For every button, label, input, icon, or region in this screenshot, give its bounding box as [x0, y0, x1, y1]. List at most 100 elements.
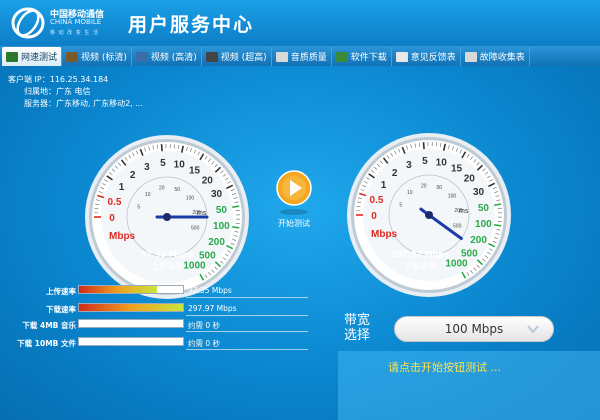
download-speed-gauge: 00.5123 5 1015203050100200500100051020 5010…: [347, 133, 511, 297]
report-icon: [464, 51, 477, 62]
tab-software-download[interactable]: 软件下载: [332, 47, 392, 66]
stat-value: 约需 0 秒: [188, 321, 221, 330]
tab-label: 意见反馈表: [410, 53, 456, 63]
stat-label: 下载 10MB 文件: [17, 339, 76, 348]
upload-gauge-tick-label: 50: [216, 205, 228, 216]
download-gauge-tick-label: 3: [406, 160, 412, 171]
download-gauge-ms-tick-label: 50: [436, 185, 442, 191]
stat-value: 297.97 Mbps: [188, 304, 237, 313]
feedback-icon: [395, 51, 408, 62]
upload-gauge-ms-tick-label: 100: [186, 196, 195, 202]
start-test-label: 开始测试: [278, 219, 310, 228]
upload-gauge-ms-tick-label: 500: [191, 225, 200, 231]
upload-gauge-unit-mbps: Mbps: [109, 231, 136, 242]
server-list: 服务器：广东移动, 广东移动2, ...: [24, 99, 143, 108]
speed-test-panel: 客户端 IP：116.25.34.184 归属地：广东 电信 服务器：广东移动,…: [0, 66, 600, 420]
upload-gauge-tick-label: 100: [213, 221, 230, 232]
stat-underline: [186, 315, 308, 316]
download-gauge-tick-label: 5: [422, 156, 428, 167]
download-gauge-major-tick: [494, 203, 502, 206]
tab-fault-report[interactable]: 故障收集表: [461, 47, 530, 66]
upload-gauge-ms-tick-label: 5: [137, 205, 140, 211]
upload-gauge-major-tick: [160, 144, 163, 152]
download-gauge-major-tick: [494, 224, 502, 227]
stat-progress-bar: [78, 319, 184, 328]
tab-label: 网速测试: [21, 53, 58, 63]
upload-gauge-tick-label: 15: [189, 165, 201, 176]
download-gauge-tick-label: 200: [470, 235, 487, 246]
upload-gauge-needle-hub: [163, 213, 171, 221]
upload-gauge-tick-label: 1: [119, 182, 125, 193]
tab-video-uhd[interactable]: 视频 (超高): [202, 47, 272, 66]
status-hint-text: 请点击开始按钮测试 ...: [388, 361, 501, 374]
client-ip: 客户端 IP：116.25.34.184: [8, 75, 109, 84]
download-gauge-tick-label: 100: [475, 219, 492, 230]
stat-underline: [186, 349, 308, 350]
app-title: 用户服务中心: [128, 14, 255, 36]
tab-audio-quality[interactable]: 音质质量: [272, 47, 332, 66]
tab-label: 音质质量: [290, 53, 327, 63]
download-gauge-tick-label: 50: [478, 203, 490, 214]
tab-video-hd[interactable]: 视频 (高清): [132, 47, 202, 66]
upload-gauge-major-tick: [232, 226, 240, 229]
download-gauge-tick-label: 20: [464, 174, 476, 185]
download-gauge-tick-label: 30: [473, 187, 485, 198]
download-icon: [335, 51, 348, 62]
download-speed-value: 297.97 Mbps: [391, 250, 449, 259]
stat-underline: [186, 331, 308, 332]
stat-value: 97.35 Mbps: [188, 286, 232, 295]
upload-gauge-tick-label: 5: [160, 158, 166, 169]
download-gauge-ms-tick-label: 100: [448, 194, 457, 200]
download-gauge-tick-label: 0.5: [369, 195, 383, 206]
stat-progress-bar: [78, 337, 184, 346]
download-gauge-tick-label: 1: [381, 180, 387, 191]
stat-label: 上传速率: [46, 287, 76, 296]
stat-progress-bar: [78, 303, 184, 312]
stat-progress-bar: [78, 285, 184, 294]
tab-label: 软件下载: [350, 53, 387, 63]
tab-feedback[interactable]: 意见反馈表: [392, 47, 461, 66]
tab-label: 视频 (超高): [220, 53, 267, 63]
upload-speed-gauge: 00.5123 5 1015203050100200500100051020 5010…: [85, 135, 249, 299]
tab-label: 故障收集表: [479, 53, 525, 63]
download-gauge-major-tick: [422, 142, 425, 150]
stat-label: 下载速率: [46, 305, 76, 314]
tab-video-sd[interactable]: 视频 (标清): [62, 47, 132, 66]
chevron-down-icon: [527, 325, 539, 334]
upload-gauge-tick-label: 3: [144, 162, 150, 173]
upload-gauge-major-tick: [232, 205, 240, 208]
stat-progress-fill: [79, 304, 183, 311]
tab-label: 视频 (高清): [150, 53, 197, 63]
download-gauge-ms-tick-label: 5: [399, 203, 402, 209]
download-gauge-unit-ms: ms: [459, 208, 469, 215]
upload-gauge-tick-label: 30: [211, 189, 223, 200]
upload-speed-value: 97.35 Mbps: [140, 250, 194, 259]
upload-gauge-ms-tick-label: 20: [159, 185, 165, 191]
speed-icon: [6, 51, 18, 62]
logo-text-en: CHINA MOBILE: [50, 18, 102, 26]
download-gauge-ms-tick-label: 20: [421, 183, 427, 189]
stat-underline: [186, 297, 308, 298]
download-gauge-needle-hub: [425, 211, 433, 219]
video-icon: [66, 51, 79, 62]
upload-gauge-ms-tick-label: 10: [145, 192, 151, 198]
download-gauge-tick-label: 2: [392, 168, 398, 179]
download-gauge-tick-label: 15: [451, 163, 463, 174]
bandwidth-select[interactable]: 100 Mbps: [394, 316, 554, 342]
bandwidth-label: 带宽选择: [344, 313, 371, 343]
upload-gauge-tick-label: 20: [202, 176, 214, 187]
tab-speed-test[interactable]: 网速测试: [2, 47, 63, 66]
upload-speed-label: 上传速率: [151, 262, 183, 271]
video-icon: [205, 51, 218, 62]
china-mobile-logo-icon: [11, 7, 45, 39]
start-test-button[interactable]: [276, 170, 312, 216]
tab-bar: 网速测试 视频 (标清) 视频 (高清) 视频 (超高) 音质质量 软件下载 意…: [0, 46, 600, 66]
upload-gauge-tick-label: 200: [208, 237, 225, 248]
download-gauge-ms-tick-label: 10: [407, 190, 413, 196]
upload-gauge-tick-label: 2: [130, 170, 136, 181]
upload-gauge-tick-label: 0.5: [107, 197, 121, 208]
download-gauge-ms-tick-label: 500: [453, 223, 462, 229]
download-gauge-tick-label: 0: [371, 211, 377, 222]
download-gauge-unit-mbps: Mbps: [371, 229, 398, 240]
tab-label: 视频 (标清): [81, 53, 127, 63]
